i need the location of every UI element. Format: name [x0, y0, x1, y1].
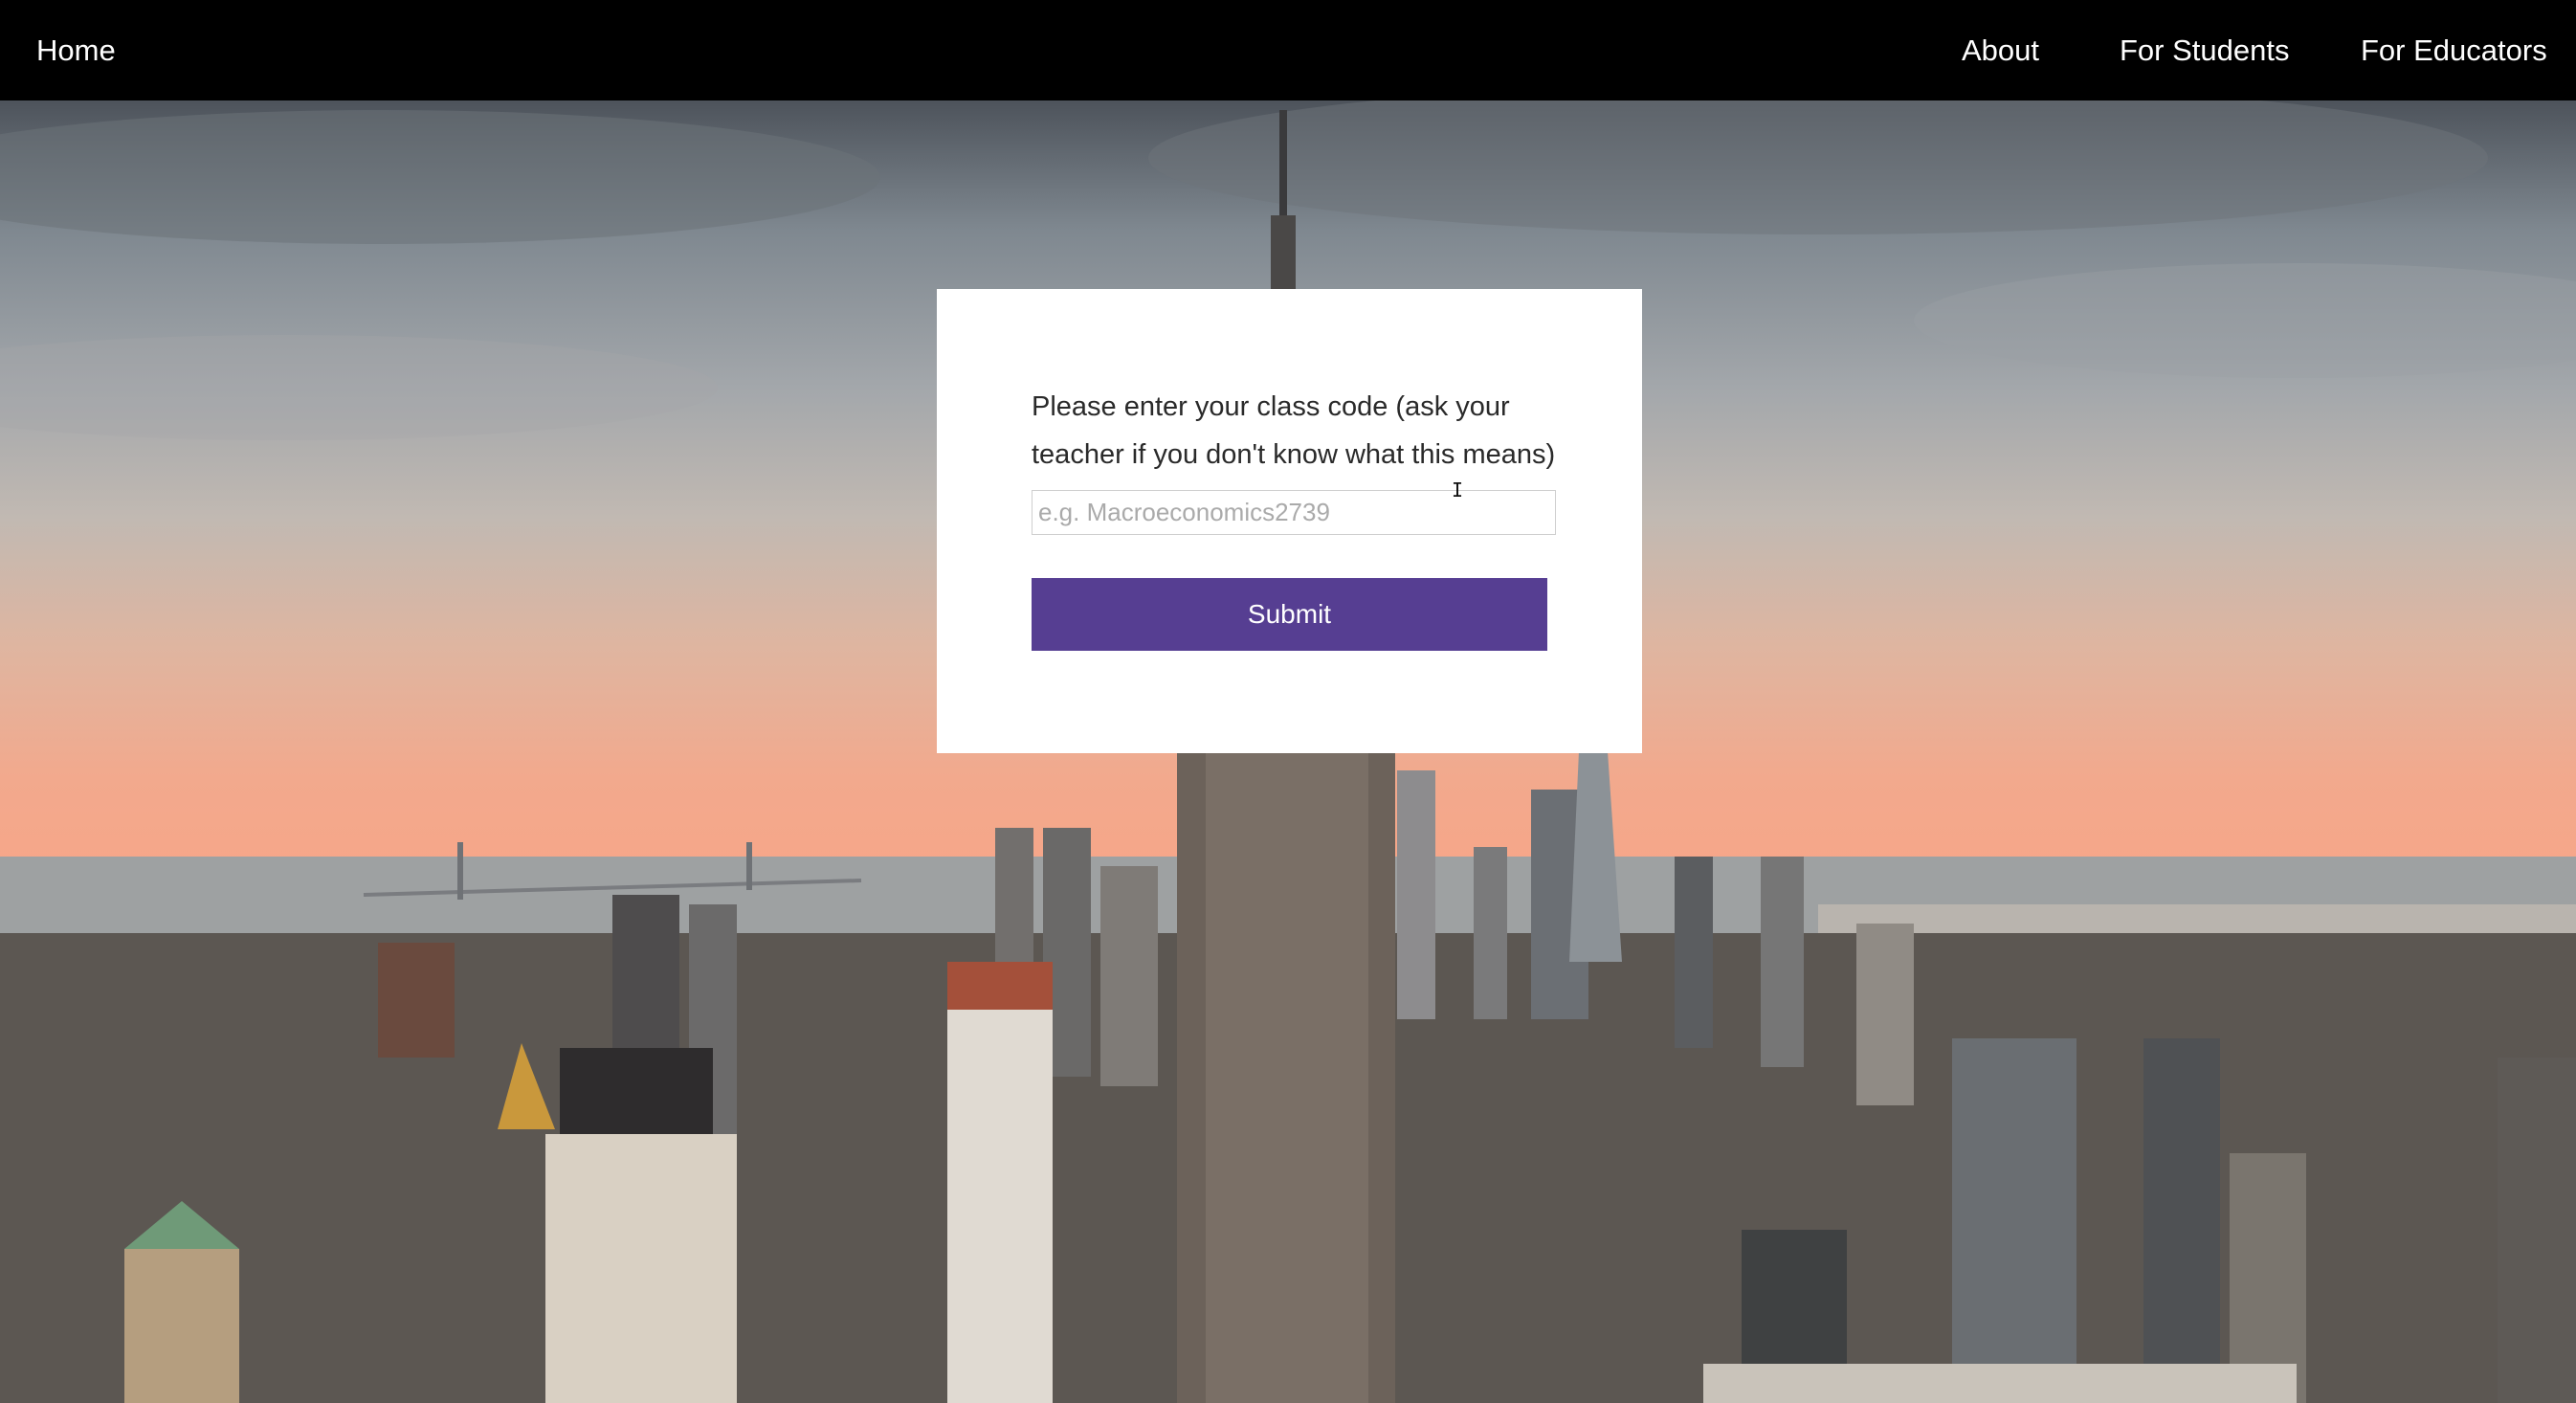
nav-for-students-link[interactable]: For Students — [2120, 0, 2289, 100]
nav-for-educators-link[interactable]: For Educators — [2361, 0, 2547, 100]
class-code-prompt: Please enter your class code (ask your t… — [1032, 391, 1556, 470]
text-cursor-icon: I — [1452, 479, 1464, 501]
nav-home-link[interactable]: Home — [36, 0, 116, 100]
class-code-input[interactable] — [1032, 490, 1556, 535]
nav-about-link[interactable]: About — [1962, 0, 2039, 100]
top-navbar: Home About For Students For Educators — [0, 0, 2576, 100]
class-code-dialog: Please enter your class code (ask your t… — [937, 289, 1642, 753]
submit-button[interactable]: Submit — [1032, 578, 1547, 651]
